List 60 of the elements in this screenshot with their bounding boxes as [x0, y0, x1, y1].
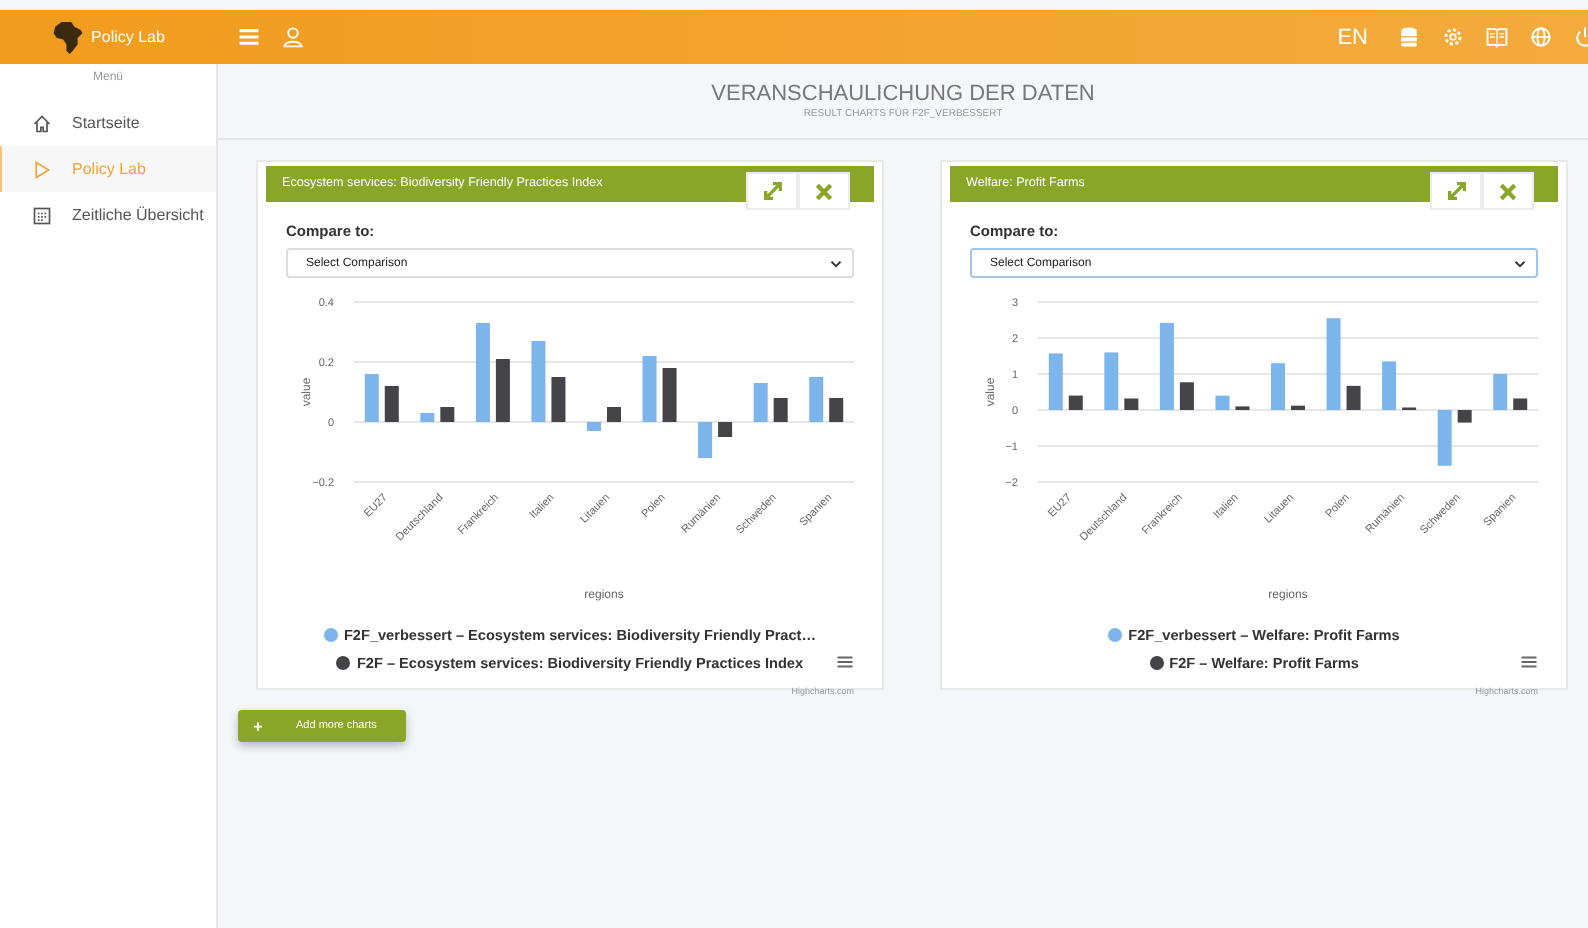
bar — [1346, 385, 1361, 410]
bar — [773, 398, 788, 422]
bar — [1493, 374, 1508, 410]
chevron-down-icon — [1514, 257, 1526, 269]
bar — [1104, 352, 1119, 410]
page-title: VERANSCHAULICHUNG DER DATEN — [711, 82, 1095, 106]
chart-menu-icon[interactable] — [836, 654, 854, 670]
play-icon — [32, 159, 52, 179]
bar — [1215, 395, 1230, 410]
expand-icon — [761, 180, 783, 202]
expand-button[interactable] — [746, 172, 798, 210]
bar — [440, 407, 455, 422]
bar — [1457, 410, 1472, 423]
bar — [364, 374, 379, 422]
bar — [698, 422, 713, 458]
close-button[interactable] — [798, 172, 850, 210]
chart-menu-icon[interactable] — [1520, 654, 1538, 670]
user-icon[interactable] — [282, 26, 304, 48]
expand-button[interactable] — [1430, 172, 1482, 210]
bar — [1513, 398, 1528, 410]
sidebar-item[interactable]: Zeitliche Übersicht — [0, 192, 216, 238]
bar — [1159, 322, 1174, 410]
bar — [1179, 382, 1194, 410]
bar — [495, 359, 510, 422]
bar — [420, 413, 435, 422]
bar — [384, 386, 399, 422]
bar — [531, 341, 546, 422]
close-button[interactable] — [1482, 172, 1534, 210]
bar — [829, 398, 844, 422]
bar — [587, 422, 601, 431]
calendar-icon — [32, 205, 52, 225]
bar — [1068, 395, 1083, 410]
africa-map-icon — [51, 19, 84, 55]
close-icon — [1498, 181, 1518, 201]
bar — [1382, 361, 1397, 410]
bar — [1048, 353, 1063, 410]
sidebar-item[interactable]: Startseite — [0, 100, 216, 146]
bar — [475, 323, 490, 422]
globe-icon[interactable] — [1530, 26, 1552, 48]
book-icon[interactable] — [1486, 26, 1508, 48]
bar — [1124, 398, 1139, 410]
bar — [551, 377, 566, 422]
database-icon[interactable] — [1398, 26, 1420, 48]
bar — [642, 356, 657, 422]
close-icon — [814, 181, 834, 201]
home-icon — [32, 113, 52, 133]
bar — [662, 368, 677, 422]
chevron-down-icon — [830, 257, 842, 269]
bar — [718, 422, 733, 437]
bar — [753, 383, 768, 422]
menu-icon[interactable] — [238, 26, 260, 48]
settings-icon[interactable] — [1442, 26, 1464, 48]
bar — [1291, 405, 1305, 410]
bar — [809, 377, 824, 422]
app-name: Policy Lab — [91, 28, 165, 46]
bar — [1326, 318, 1341, 410]
expand-icon — [1445, 180, 1467, 202]
bar — [607, 407, 621, 422]
bar — [1437, 410, 1452, 466]
bar — [1271, 363, 1285, 410]
